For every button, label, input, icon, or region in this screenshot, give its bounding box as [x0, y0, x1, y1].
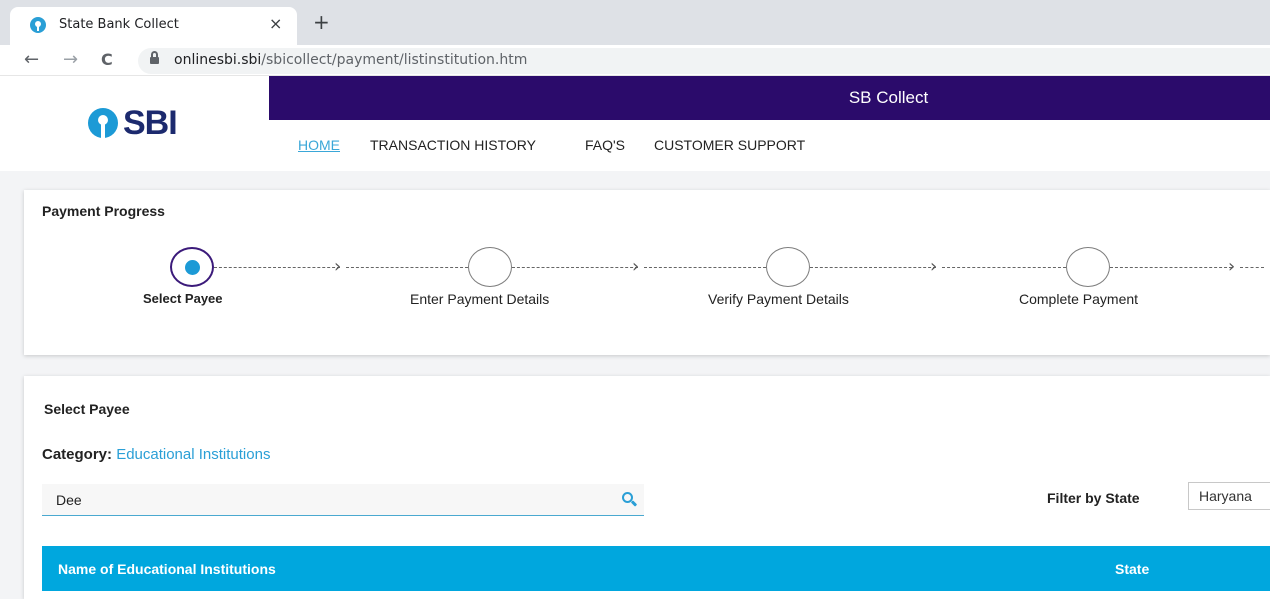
- payment-progress-card: Payment Progress › › › › Select Payee En…: [24, 190, 1270, 355]
- step-4-indicator: [1066, 247, 1110, 287]
- step-connector: [512, 267, 638, 268]
- step-connector: [346, 267, 468, 268]
- sbi-favicon-icon: [30, 17, 46, 33]
- forward-arrow-icon[interactable]: →: [63, 49, 78, 71]
- step-3-label: Verify Payment Details: [708, 291, 849, 307]
- page: SBI SB Collect HOME TRANSACTION HISTORY …: [0, 76, 1270, 599]
- app-title-bar: SB Collect: [269, 76, 1270, 120]
- browser-toolbar: ← → C onlinesbi.sbi/sbicollect/payment/l…: [0, 45, 1270, 76]
- nav-home[interactable]: HOME: [298, 137, 340, 153]
- search-field[interactable]: [42, 484, 644, 516]
- step-1-label: Select Payee: [143, 291, 223, 306]
- site-header: SBI SB Collect HOME TRANSACTION HISTORY …: [0, 76, 1270, 171]
- filter-by-state-label: Filter by State: [1047, 490, 1140, 506]
- nav-transaction-history[interactable]: TRANSACTION HISTORY: [370, 137, 536, 153]
- chevron-right-icon: ›: [632, 256, 640, 277]
- browser-tab[interactable]: State Bank Collect ×: [10, 7, 297, 45]
- column-header-name[interactable]: Name of Educational Institutions: [58, 561, 276, 577]
- lock-icon[interactable]: [150, 51, 159, 65]
- step-connector: [942, 267, 1066, 268]
- select-payee-title: Select Payee: [44, 401, 130, 417]
- reload-icon[interactable]: C: [101, 49, 113, 71]
- payment-progress-title: Payment Progress: [42, 203, 165, 219]
- back-arrow-icon[interactable]: ←: [24, 49, 39, 71]
- chevron-right-icon: ›: [334, 256, 342, 277]
- category-label: Category:: [42, 446, 113, 463]
- tab-title: State Bank Collect: [59, 17, 179, 32]
- app-title: SB Collect: [848, 88, 929, 107]
- step-3-indicator: [766, 247, 810, 287]
- chevron-right-icon: ›: [930, 256, 938, 277]
- step-connector: [810, 267, 936, 268]
- column-header-state[interactable]: State: [1115, 561, 1149, 577]
- step-1-indicator: [170, 247, 214, 287]
- step-connector: [1110, 267, 1232, 268]
- address-bar[interactable]: onlinesbi.sbi/sbicollect/payment/listins…: [138, 48, 1270, 74]
- category-value[interactable]: Educational Institutions: [116, 446, 270, 463]
- nav-customer-support[interactable]: CUSTOMER SUPPORT: [654, 137, 805, 153]
- new-tab-button[interactable]: +: [313, 10, 330, 34]
- step-connector: [1240, 267, 1264, 268]
- select-payee-card: Select Payee Category: Educational Insti…: [24, 376, 1270, 599]
- step-4-label: Complete Payment: [1019, 291, 1139, 307]
- institutions-table-header: Name of Educational Institutions State: [42, 546, 1270, 591]
- nav-faqs[interactable]: FAQ'S: [585, 137, 625, 153]
- step-2-label: Enter Payment Details: [410, 291, 550, 307]
- state-dropdown[interactable]: Haryana: [1188, 482, 1270, 510]
- step-connector: [214, 267, 340, 268]
- sbi-keyhole-icon: [88, 108, 118, 138]
- search-icon[interactable]: [622, 492, 638, 507]
- url-text[interactable]: onlinesbi.sbi/sbicollect/payment/listins…: [174, 52, 527, 68]
- category-line: Category: Educational Institutions: [42, 446, 270, 463]
- step-connector: [644, 267, 766, 268]
- step-2-indicator: [468, 247, 512, 287]
- chevron-right-icon: ›: [1228, 256, 1236, 277]
- close-tab-icon[interactable]: ×: [269, 14, 282, 34]
- search-input[interactable]: [56, 490, 596, 510]
- browser-tabstrip: State Bank Collect × +: [0, 0, 1270, 45]
- logo-text: SBI: [123, 104, 178, 142]
